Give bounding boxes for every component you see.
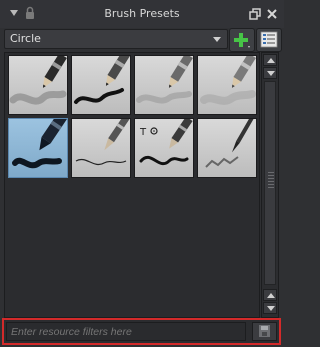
preset-tile[interactable]: [197, 118, 257, 178]
close-icon[interactable]: [266, 8, 278, 20]
grip-line: [268, 181, 274, 182]
pencil-preset-icon: [9, 56, 67, 105]
ink-pen-preset-icon: [75, 119, 130, 165]
svg-text:T: T: [139, 127, 147, 138]
pencil-preset-icon: [200, 56, 256, 105]
preset-tile[interactable]: [197, 55, 257, 115]
grip-line: [268, 172, 274, 173]
preset-tile[interactable]: [134, 55, 194, 115]
grip-line: [268, 175, 274, 176]
save-filter-button[interactable]: [252, 322, 277, 341]
chevron-down-icon: [267, 71, 275, 76]
preset-tile[interactable]: T: [134, 118, 194, 178]
float-icon[interactable]: [249, 8, 261, 20]
pencil-preset-icon: [74, 56, 130, 104]
preset-tile[interactable]: [71, 118, 131, 178]
preset-tag-combobox[interactable]: Circle: [4, 29, 228, 49]
text-pen-preset-icon: T: [139, 119, 193, 166]
marker-preset-icon: [12, 119, 67, 169]
add-plus-icon: [234, 33, 250, 48]
vertical-scrollbar[interactable]: [261, 52, 279, 318]
list-view-icon: [260, 31, 278, 48]
preset-tile-selected[interactable]: [8, 118, 68, 178]
chevron-down-icon: [267, 306, 275, 311]
scroll-down-button[interactable]: [263, 67, 277, 79]
preset-grid: T: [4, 52, 260, 318]
pencil-preset-icon: [136, 56, 193, 104]
scroll-handle[interactable]: [264, 81, 276, 285]
add-tag-button[interactable]: [229, 28, 255, 52]
chevron-up-icon: [267, 293, 275, 298]
grip-line: [268, 184, 274, 185]
preset-tile[interactable]: [71, 55, 131, 115]
docker-titlebar: Brush Presets: [0, 0, 284, 28]
docker-title: Brush Presets: [104, 7, 180, 20]
scroll-up-button[interactable]: [263, 54, 277, 66]
chevron-down-icon: [213, 37, 221, 42]
view-mode-button[interactable]: [256, 28, 282, 52]
filter-bar: [2, 318, 281, 345]
fine-liner-preset-icon: [205, 119, 255, 168]
grip-line: [268, 187, 274, 188]
scroll-up-button-bottom[interactable]: [263, 289, 277, 301]
grip-line: [268, 178, 274, 179]
preset-tile[interactable]: [8, 55, 68, 115]
scroll-down-button-bottom[interactable]: [263, 302, 277, 314]
chevron-up-icon: [267, 58, 275, 63]
save-disk-icon: [259, 325, 270, 337]
resource-filter-input[interactable]: [6, 322, 246, 341]
preset-tag-value: Circle: [10, 32, 41, 45]
